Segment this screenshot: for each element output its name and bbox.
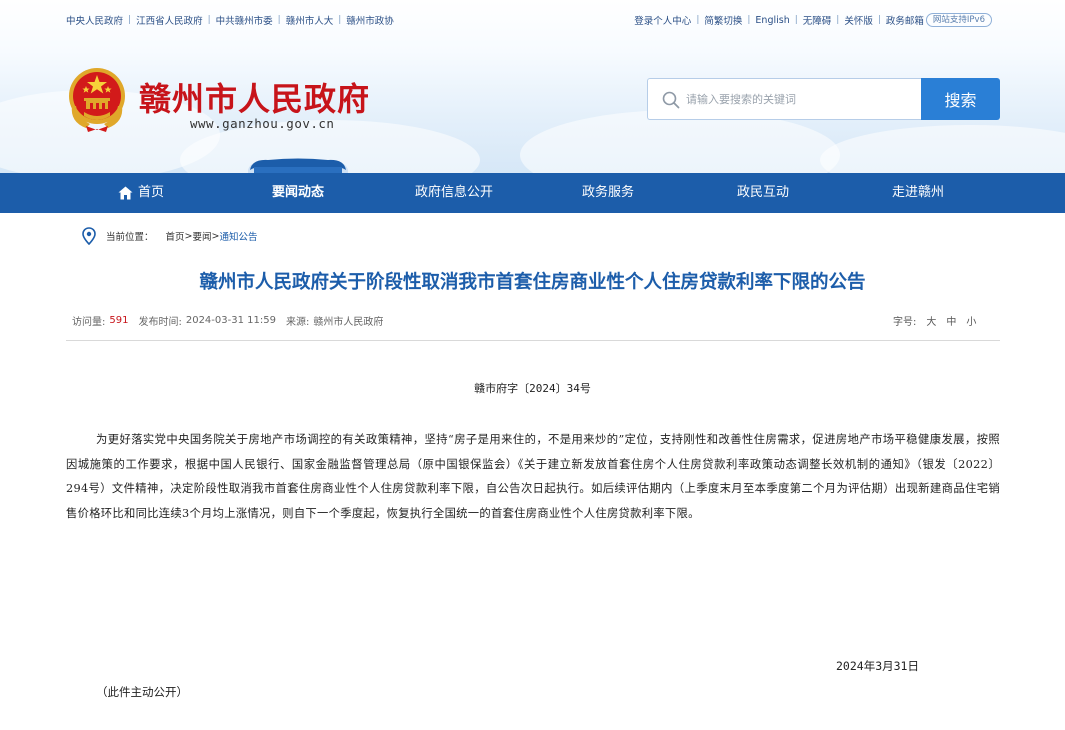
nav-item-news[interactable]: 要闻动态 bbox=[248, 173, 348, 213]
views-count: 591 bbox=[109, 315, 129, 326]
link-party-committee[interactable]: 中共赣州市委 bbox=[216, 13, 273, 27]
link-elderly-mode[interactable]: 关怀版 bbox=[844, 13, 873, 27]
separator: | bbox=[338, 15, 342, 25]
font-size-switcher: 字号: 大 中 小 bbox=[893, 313, 976, 328]
link-accessibility[interactable]: 无障碍 bbox=[803, 13, 832, 27]
article-title: 赣州市人民政府关于阶段性取消我市首套住房商业性个人住房贷款利率下限的公告 bbox=[199, 272, 866, 293]
utility-links: 登录个人中心 | 简繁切换 | English | 无障碍 | 关怀版 | 政务… bbox=[634, 13, 992, 27]
link-cppcc[interactable]: 赣州市政协 bbox=[346, 13, 394, 27]
home-icon bbox=[118, 186, 133, 200]
nav-label: 首页 bbox=[138, 185, 165, 200]
link-peoples-congress[interactable]: 赣州市人大 bbox=[286, 13, 334, 27]
ipv6-badge: 网站支持IPv6 bbox=[925, 13, 992, 27]
breadcrumb-home[interactable]: 首页 bbox=[166, 229, 185, 243]
separator: | bbox=[277, 15, 281, 25]
search-box bbox=[647, 78, 921, 120]
breadcrumb-separator: > bbox=[211, 230, 220, 242]
location-pin-icon bbox=[82, 227, 96, 245]
publish-time: 2024-03-31 11:59 bbox=[185, 315, 276, 326]
article-meta: 访问量: 591 发布时间: 2024-03-31 11:59 来源: 赣州市人… bbox=[72, 313, 383, 328]
separator: | bbox=[696, 15, 700, 25]
breadcrumb-news[interactable]: 要闻 bbox=[193, 229, 212, 243]
breadcrumb: 当前位置： 首页 > 要闻 > 通知公告 bbox=[82, 227, 258, 245]
source-label: 来源: bbox=[285, 317, 310, 328]
nav-item-services[interactable]: 政务服务 bbox=[558, 173, 658, 213]
font-size-medium[interactable]: 中 bbox=[946, 313, 956, 328]
cloud-decoration bbox=[820, 125, 1065, 173]
main-nav: 首页 要闻动态 政府信息公开 政务服务 政民互动 走进赣州 bbox=[0, 173, 1065, 213]
site-header: 中央人民政府 | 江西省人民政府 | 中共赣州市委 | 赣州市人大 | 赣州市政… bbox=[0, 0, 1065, 173]
search-input[interactable] bbox=[686, 79, 916, 119]
link-simplified-traditional[interactable]: 简繁切换 bbox=[704, 13, 742, 27]
top-bar: 中央人民政府 | 江西省人民政府 | 中共赣州市委 | 赣州市人大 | 赣州市政… bbox=[0, 0, 1065, 38]
nav-item-gov-info[interactable]: 政府信息公开 bbox=[404, 173, 504, 213]
separator: | bbox=[836, 15, 840, 25]
link-english[interactable]: English bbox=[755, 15, 789, 26]
separator: | bbox=[128, 15, 132, 25]
public-note: （此件主动公开） bbox=[96, 685, 188, 699]
font-size-label: 字号: bbox=[893, 317, 917, 328]
search-button[interactable]: 搜索 bbox=[921, 78, 1000, 120]
gov-links: 中央人民政府 | 江西省人民政府 | 中共赣州市委 | 赣州市人大 | 赣州市政… bbox=[66, 13, 394, 27]
document-number: 赣市府字〔2024〕34号 bbox=[474, 382, 591, 395]
breadcrumb-notices[interactable]: 通知公告 bbox=[219, 229, 257, 243]
link-central-gov[interactable]: 中央人民政府 bbox=[66, 13, 123, 27]
nav-item-about-ganzhou[interactable]: 走进赣州 bbox=[868, 173, 968, 213]
link-jiangxi-gov[interactable]: 江西省人民政府 bbox=[136, 13, 203, 27]
separator: | bbox=[207, 15, 211, 25]
search-icon bbox=[662, 91, 680, 109]
font-size-small[interactable]: 小 bbox=[966, 313, 976, 328]
separator: | bbox=[877, 15, 881, 25]
nav-item-interaction[interactable]: 政民互动 bbox=[713, 173, 813, 213]
site-title[interactable]: 赣州市人民政府 bbox=[139, 74, 370, 120]
source: 赣州市人民政府 bbox=[313, 317, 384, 328]
publish-time-label: 发布时间: bbox=[138, 317, 182, 328]
site-url: www.ganzhou.gov.cn bbox=[190, 116, 335, 131]
breadcrumb-separator: > bbox=[184, 230, 193, 242]
article-body: 为更好落实党中央国务院关于房地产市场调控的有关政策精神，坚持“房子是用来住的，不… bbox=[66, 433, 1000, 520]
sign-date: 2024年3月31日 bbox=[836, 659, 919, 673]
nav-item-home[interactable]: 首页 bbox=[118, 173, 178, 213]
font-size-large[interactable]: 大 bbox=[926, 313, 936, 328]
breadcrumb-label: 当前位置： bbox=[106, 232, 154, 243]
national-emblem-icon bbox=[69, 68, 125, 132]
link-login[interactable]: 登录个人中心 bbox=[634, 13, 691, 27]
divider bbox=[66, 340, 1000, 341]
views-label: 访问量: bbox=[72, 317, 106, 328]
link-gov-mail[interactable]: 政务邮箱 bbox=[886, 13, 924, 27]
separator: | bbox=[794, 15, 798, 25]
separator: | bbox=[747, 15, 751, 25]
